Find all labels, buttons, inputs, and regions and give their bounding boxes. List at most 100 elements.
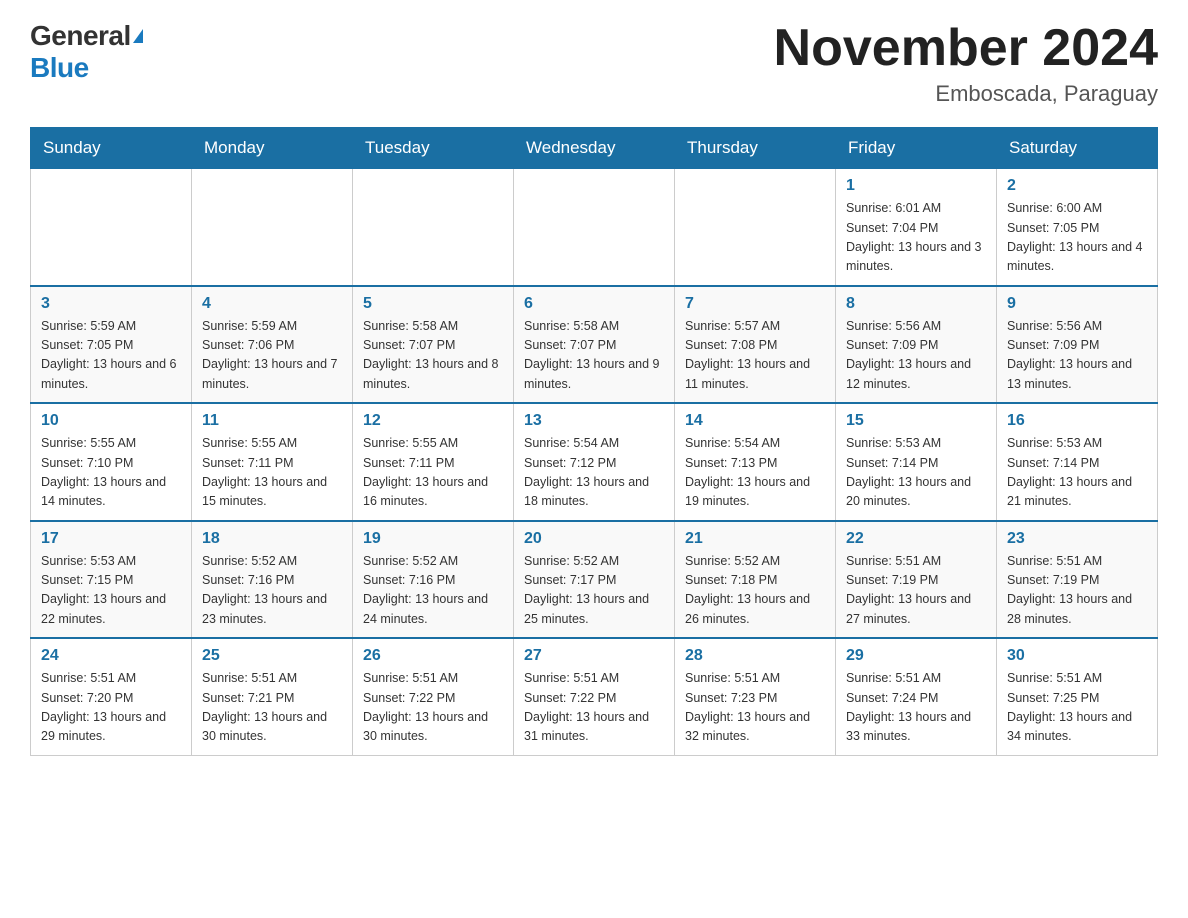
day-number: 2 — [1007, 177, 1147, 195]
calendar-cell: 6 Sunrise: 5:58 AMSunset: 7:07 PMDaylight… — [514, 286, 675, 404]
day-number: 8 — [846, 295, 986, 313]
weekday-header-monday: Monday — [192, 128, 353, 169]
title-area: November 2024 Emboscada, Paraguay — [774, 20, 1158, 107]
calendar-row-1: 3 Sunrise: 5:59 AMSunset: 7:05 PMDaylight… — [31, 286, 1158, 404]
calendar-header: SundayMondayTuesdayWednesdayThursdayFrid… — [31, 128, 1158, 169]
day-number: 17 — [41, 530, 181, 548]
day-number: 16 — [1007, 412, 1147, 430]
day-number: 9 — [1007, 295, 1147, 313]
day-number: 30 — [1007, 647, 1147, 665]
calendar-cell: 8 Sunrise: 5:56 AMSunset: 7:09 PMDaylight… — [836, 286, 997, 404]
day-number: 19 — [363, 530, 503, 548]
header: General Blue November 2024 Emboscada, Pa… — [30, 20, 1158, 107]
day-info: Sunrise: 5:52 AMSunset: 7:17 PMDaylight:… — [524, 552, 664, 630]
day-info: Sunrise: 5:53 AMSunset: 7:14 PMDaylight:… — [846, 434, 986, 512]
weekday-header-sunday: Sunday — [31, 128, 192, 169]
day-info: Sunrise: 5:55 AMSunset: 7:11 PMDaylight:… — [363, 434, 503, 512]
logo-blue-text: Blue — [30, 52, 89, 83]
calendar-cell: 4 Sunrise: 5:59 AMSunset: 7:06 PMDaylight… — [192, 286, 353, 404]
weekday-header-saturday: Saturday — [997, 128, 1158, 169]
day-number: 21 — [685, 530, 825, 548]
calendar-cell: 24Sunrise: 5:51 AMSunset: 7:20 PMDayligh… — [31, 638, 192, 755]
calendar-cell: 20 Sunrise: 5:52 AMSunset: 7:17 PMDayligh… — [514, 521, 675, 639]
calendar-cell: 5Sunrise: 5:58 AMSunset: 7:07 PMDaylight… — [353, 286, 514, 404]
month-title: November 2024 — [774, 20, 1158, 77]
day-info: Sunrise: 5:51 AMSunset: 7:19 PMDaylight:… — [846, 552, 986, 630]
day-info: Sunrise: 5:55 AMSunset: 7:11 PMDaylight:… — [202, 434, 342, 512]
calendar-cell: 30 Sunrise: 5:51 AMSunset: 7:25 PMDayligh… — [997, 638, 1158, 755]
day-number: 4 — [202, 295, 342, 313]
day-number: 3 — [41, 295, 181, 313]
day-number: 20 — [524, 530, 664, 548]
day-number: 27 — [524, 647, 664, 665]
calendar-cell — [192, 169, 353, 286]
day-info: Sunrise: 5:56 AMSunset: 7:09 PMDaylight:… — [846, 317, 986, 395]
day-info: Sunrise: 5:59 AMSunset: 7:06 PMDaylight:… — [202, 317, 342, 395]
day-number: 12 — [363, 412, 503, 430]
day-number: 14 — [685, 412, 825, 430]
day-number: 26 — [363, 647, 503, 665]
day-number: 22 — [846, 530, 986, 548]
calendar-cell: 15 Sunrise: 5:53 AMSunset: 7:14 PMDayligh… — [836, 403, 997, 521]
calendar-row-4: 24Sunrise: 5:51 AMSunset: 7:20 PMDayligh… — [31, 638, 1158, 755]
day-info: Sunrise: 5:51 AMSunset: 7:23 PMDaylight:… — [685, 669, 825, 747]
day-info: Sunrise: 5:51 AMSunset: 7:22 PMDaylight:… — [524, 669, 664, 747]
weekday-header-thursday: Thursday — [675, 128, 836, 169]
logo: General Blue — [30, 20, 143, 84]
logo-general-text: General — [30, 20, 131, 52]
day-info: Sunrise: 5:51 AMSunset: 7:22 PMDaylight:… — [363, 669, 503, 747]
calendar-cell — [675, 169, 836, 286]
calendar-cell — [31, 169, 192, 286]
day-info: Sunrise: 5:52 AMSunset: 7:18 PMDaylight:… — [685, 552, 825, 630]
calendar-table: SundayMondayTuesdayWednesdayThursdayFrid… — [30, 127, 1158, 756]
day-info: Sunrise: 5:51 AMSunset: 7:25 PMDaylight:… — [1007, 669, 1147, 747]
day-info: Sunrise: 5:52 AMSunset: 7:16 PMDaylight:… — [363, 552, 503, 630]
day-info: Sunrise: 5:52 AMSunset: 7:16 PMDaylight:… — [202, 552, 342, 630]
day-number: 1 — [846, 177, 986, 195]
day-info: Sunrise: 5:51 AMSunset: 7:20 PMDaylight:… — [41, 669, 181, 747]
calendar-cell: 29Sunrise: 5:51 AMSunset: 7:24 PMDayligh… — [836, 638, 997, 755]
day-info: Sunrise: 6:01 AMSunset: 7:04 PMDaylight:… — [846, 199, 986, 277]
day-number: 13 — [524, 412, 664, 430]
day-number: 23 — [1007, 530, 1147, 548]
location: Emboscada, Paraguay — [774, 81, 1158, 107]
calendar-cell: 2 Sunrise: 6:00 AMSunset: 7:05 PMDaylight… — [997, 169, 1158, 286]
calendar-cell: 23 Sunrise: 5:51 AMSunset: 7:19 PMDayligh… — [997, 521, 1158, 639]
day-number: 29 — [846, 647, 986, 665]
calendar-cell: 27 Sunrise: 5:51 AMSunset: 7:22 PMDayligh… — [514, 638, 675, 755]
calendar-row-2: 10Sunrise: 5:55 AMSunset: 7:10 PMDayligh… — [31, 403, 1158, 521]
day-number: 15 — [846, 412, 986, 430]
calendar-cell — [514, 169, 675, 286]
day-info: Sunrise: 5:59 AMSunset: 7:05 PMDaylight:… — [41, 317, 181, 395]
calendar-cell: 26 Sunrise: 5:51 AMSunset: 7:22 PMDayligh… — [353, 638, 514, 755]
calendar-cell: 19 Sunrise: 5:52 AMSunset: 7:16 PMDayligh… — [353, 521, 514, 639]
day-info: Sunrise: 6:00 AMSunset: 7:05 PMDaylight:… — [1007, 199, 1147, 277]
day-number: 6 — [524, 295, 664, 313]
day-info: Sunrise: 5:51 AMSunset: 7:19 PMDaylight:… — [1007, 552, 1147, 630]
day-info: Sunrise: 5:58 AMSunset: 7:07 PMDaylight:… — [363, 317, 503, 395]
calendar-cell: 1 Sunrise: 6:01 AMSunset: 7:04 PMDaylight… — [836, 169, 997, 286]
logo-triangle-icon — [133, 29, 143, 43]
day-info: Sunrise: 5:54 AMSunset: 7:13 PMDaylight:… — [685, 434, 825, 512]
calendar-row-3: 17Sunrise: 5:53 AMSunset: 7:15 PMDayligh… — [31, 521, 1158, 639]
day-info: Sunrise: 5:58 AMSunset: 7:07 PMDaylight:… — [524, 317, 664, 395]
calendar-row-0: 1 Sunrise: 6:01 AMSunset: 7:04 PMDaylight… — [31, 169, 1158, 286]
calendar-cell: 7Sunrise: 5:57 AMSunset: 7:08 PMDaylight… — [675, 286, 836, 404]
day-info: Sunrise: 5:51 AMSunset: 7:21 PMDaylight:… — [202, 669, 342, 747]
day-info: Sunrise: 5:54 AMSunset: 7:12 PMDaylight:… — [524, 434, 664, 512]
calendar-cell: 11Sunrise: 5:55 AMSunset: 7:11 PMDayligh… — [192, 403, 353, 521]
day-info: Sunrise: 5:53 AMSunset: 7:14 PMDaylight:… — [1007, 434, 1147, 512]
calendar-cell: 17Sunrise: 5:53 AMSunset: 7:15 PMDayligh… — [31, 521, 192, 639]
weekday-header-friday: Friday — [836, 128, 997, 169]
calendar-cell — [353, 169, 514, 286]
calendar-cell: 12 Sunrise: 5:55 AMSunset: 7:11 PMDayligh… — [353, 403, 514, 521]
weekday-header-tuesday: Tuesday — [353, 128, 514, 169]
calendar-cell: 18Sunrise: 5:52 AMSunset: 7:16 PMDayligh… — [192, 521, 353, 639]
calendar-cell: 25Sunrise: 5:51 AMSunset: 7:21 PMDayligh… — [192, 638, 353, 755]
day-number: 7 — [685, 295, 825, 313]
calendar-cell: 14 Sunrise: 5:54 AMSunset: 7:13 PMDayligh… — [675, 403, 836, 521]
weekday-header-wednesday: Wednesday — [514, 128, 675, 169]
calendar-cell: 28 Sunrise: 5:51 AMSunset: 7:23 PMDayligh… — [675, 638, 836, 755]
day-number: 28 — [685, 647, 825, 665]
calendar-cell: 3 Sunrise: 5:59 AMSunset: 7:05 PMDaylight… — [31, 286, 192, 404]
